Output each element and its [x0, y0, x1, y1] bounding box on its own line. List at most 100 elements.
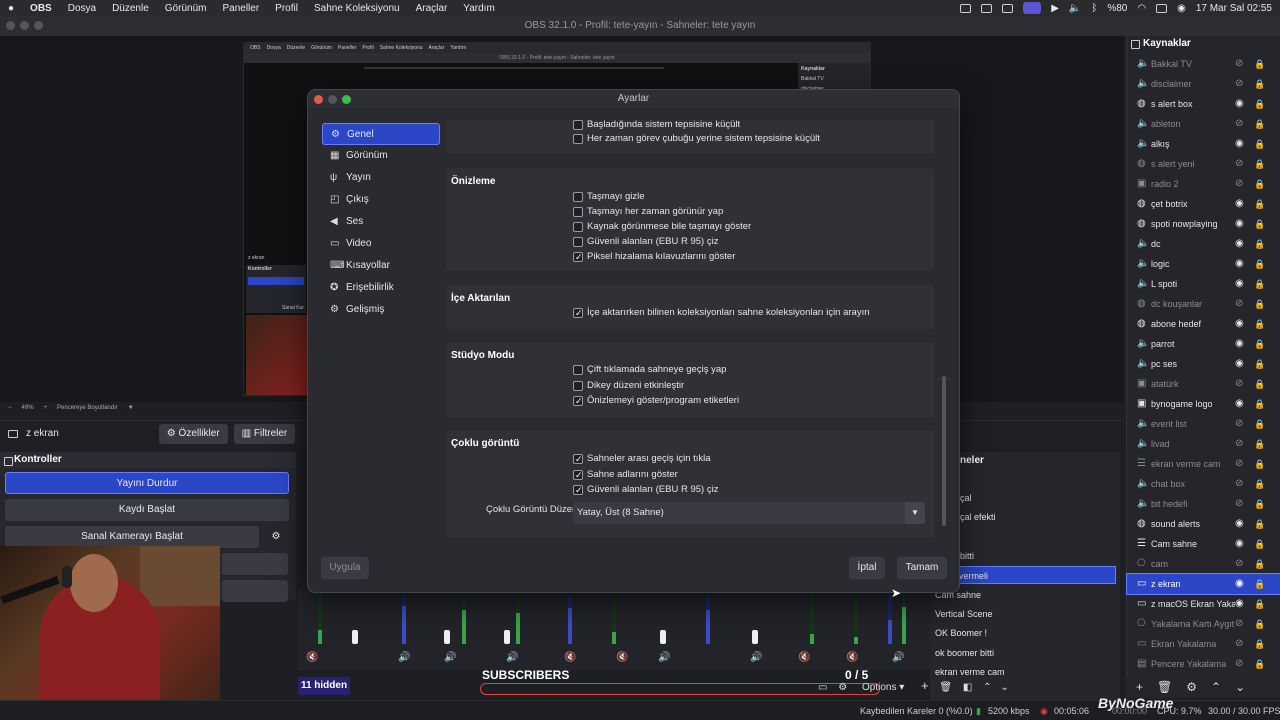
source-item[interactable]: ◍ s alert yeni ⊘ 🔒	[1127, 154, 1280, 174]
eye-hidden-icon[interactable]: ⊘	[1235, 374, 1243, 394]
source-item[interactable]: 🔈 livad ⊘ 🔒	[1127, 434, 1280, 454]
play-icon[interactable]: ▶	[1051, 3, 1059, 14]
apple-icon[interactable]: ●	[0, 3, 22, 14]
source-item[interactable]: 🔈 alkış ◉ 🔒	[1127, 134, 1280, 154]
eye-icon[interactable]: ◉	[1235, 134, 1244, 154]
scene-item[interactable]: bitti	[960, 547, 974, 565]
checkbox-checked[interactable]	[573, 468, 583, 482]
mixer-volume-knob[interactable]	[752, 630, 758, 644]
eye-hidden-icon[interactable]: ⊘	[1235, 174, 1243, 194]
lock-icon[interactable]: 🔒	[1254, 534, 1265, 554]
checkbox[interactable]	[573, 120, 583, 130]
options-button[interactable]: Options	[862, 682, 896, 693]
studio-mode-button[interactable]	[222, 553, 288, 575]
menu-app-name[interactable]: OBS	[22, 3, 60, 14]
eye-hidden-icon[interactable]: ⊘	[1235, 614, 1243, 634]
chevron-down-icon[interactable]: ▼	[128, 405, 134, 411]
eye-icon[interactable]: ◉	[1235, 314, 1244, 334]
lock-icon[interactable]: 🔒	[1254, 214, 1265, 234]
eye-icon[interactable]: ◉	[1235, 254, 1244, 274]
apply-button[interactable]: Uygula	[321, 557, 369, 579]
hidden-count-badge[interactable]: 11 hidden	[298, 677, 350, 695]
settings-nav-item[interactable]: ⌨ Kısayollar	[322, 255, 440, 277]
status-app3-icon[interactable]	[1002, 3, 1014, 13]
filter-icon[interactable]: ◧	[963, 682, 972, 693]
source-item[interactable]: 🔈 L spoti ◉ 🔒	[1127, 274, 1280, 294]
start-record-button[interactable]: Kaydı Başlat	[5, 499, 289, 521]
speaker-icon[interactable]: 🔊	[658, 652, 670, 663]
checkbox[interactable]	[573, 134, 583, 144]
source-item[interactable]: 🔈 Bakkal TV ⊘ 🔒	[1127, 54, 1280, 74]
checkbox-checked[interactable]	[573, 394, 583, 408]
source-item[interactable]: ◍ dc kouşanlar ⊘ 🔒	[1127, 294, 1280, 314]
lock-icon[interactable]: 🔒	[1254, 494, 1265, 514]
source-item[interactable]: ▭ z macOS Ekran Yakalama◉ 🔒	[1127, 594, 1280, 614]
lock-icon[interactable]: 🔒	[1254, 414, 1265, 434]
checkbox-checked[interactable]	[573, 452, 583, 466]
checkbox[interactable]	[573, 222, 583, 232]
wifi-icon[interactable]: ◠	[1137, 3, 1146, 14]
settings-button[interactable]	[222, 580, 288, 602]
lock-icon[interactable]: 🔒	[1254, 254, 1265, 274]
source-item[interactable]: ⎔ cam ⊘ 🔒	[1127, 554, 1280, 574]
muted-speaker-icon[interactable]: 🔇	[564, 652, 576, 663]
lock-icon[interactable]: 🔒	[1254, 614, 1265, 634]
lock-icon[interactable]: 🔒	[1254, 574, 1265, 594]
settings-nav-item[interactable]: ⚙ Genel	[322, 123, 440, 145]
menu-view[interactable]: Görünüm	[157, 3, 215, 14]
source-item[interactable]: 🔈 parrot ◉ 🔒	[1127, 334, 1280, 354]
filters-button[interactable]: ▥ Filtreler	[233, 423, 296, 444]
lock-icon[interactable]: 🔒	[1254, 434, 1265, 454]
checkbox[interactable]	[573, 365, 583, 375]
layout-icon[interactable]: ▭	[818, 682, 827, 693]
eye-hidden-icon[interactable]: ⊘	[1235, 474, 1243, 494]
source-item[interactable]: 🔈 pc ses ◉ 🔒	[1127, 354, 1280, 374]
checkbox[interactable]	[573, 192, 583, 202]
source-item[interactable]: ▭ z ekran ◉ 🔒	[1126, 573, 1280, 595]
speaker-icon[interactable]: 🔊	[506, 652, 518, 663]
eye-icon[interactable]: ◉	[1235, 354, 1244, 374]
settings-nav-item[interactable]: ◀ Ses	[322, 211, 440, 233]
eye-hidden-icon[interactable]: ⊘	[1235, 554, 1243, 574]
source-item[interactable]: ▣ bynogame logo ◉ 🔒	[1127, 394, 1280, 414]
scene-item[interactable]: çal efekti	[960, 508, 996, 526]
source-item[interactable]: ◍ sound alerts ◉ 🔒	[1127, 514, 1280, 534]
checkbox[interactable]	[573, 237, 583, 247]
muted-speaker-icon[interactable]: 🔇	[616, 652, 628, 663]
eye-hidden-icon[interactable]: ⊘	[1235, 154, 1243, 174]
menu-file[interactable]: Dosya	[60, 3, 104, 14]
eye-icon[interactable]: ◉	[1235, 334, 1244, 354]
lock-icon[interactable]: 🔒	[1254, 194, 1265, 214]
settings-scrollbar[interactable]	[942, 120, 946, 538]
lock-icon[interactable]: 🔒	[1254, 394, 1265, 414]
status-app-icon[interactable]	[960, 3, 972, 13]
muted-speaker-icon[interactable]: 🔇	[846, 652, 858, 663]
chevron-up-icon[interactable]: ⌃	[983, 682, 991, 693]
eye-hidden-icon[interactable]: ⊘	[1235, 74, 1243, 94]
source-item[interactable]: 🔈 ableton ⊘ 🔒	[1127, 114, 1280, 134]
trash-icon[interactable]: 🗑	[939, 682, 952, 693]
eye-hidden-icon[interactable]: ⊘	[1235, 114, 1243, 134]
source-item[interactable]: ◍ abone hedef ◉ 🔒	[1127, 314, 1280, 334]
lock-icon[interactable]: 🔒	[1254, 454, 1265, 474]
bluetooth-icon[interactable]: ᛒ	[1091, 3, 1097, 14]
eye-icon[interactable]: ◉	[1235, 394, 1244, 414]
lock-icon[interactable]: 🔒	[1254, 334, 1265, 354]
lock-icon[interactable]: 🔒	[1254, 54, 1265, 74]
checkbox-checked[interactable]	[573, 250, 583, 264]
source-item[interactable]: ☰ Cam sahne ◉ 🔒	[1127, 534, 1280, 554]
control-center-icon[interactable]	[1156, 3, 1168, 13]
checkbox-checked[interactable]	[573, 306, 583, 320]
mixer-volume-knob[interactable]	[444, 630, 450, 644]
menu-edit[interactable]: Düzenle	[104, 3, 157, 14]
eye-hidden-icon[interactable]: ⊘	[1235, 294, 1243, 314]
chevron-up-icon[interactable]: ⌃	[1211, 680, 1221, 694]
lock-icon[interactable]: 🔒	[1254, 634, 1265, 654]
chevron-down-icon[interactable]: ⌄	[1000, 682, 1008, 693]
muted-speaker-icon[interactable]: 🔇	[798, 652, 810, 663]
speaker-icon[interactable]: 🔊	[750, 652, 762, 663]
lock-icon[interactable]: 🔒	[1254, 294, 1265, 314]
settings-nav-item[interactable]: ⚙ Gelişmiş	[322, 299, 440, 321]
window-zoom-button[interactable]	[34, 21, 43, 30]
start-virtual-cam-button[interactable]: Sanal Kamerayı Başlat	[5, 526, 259, 548]
